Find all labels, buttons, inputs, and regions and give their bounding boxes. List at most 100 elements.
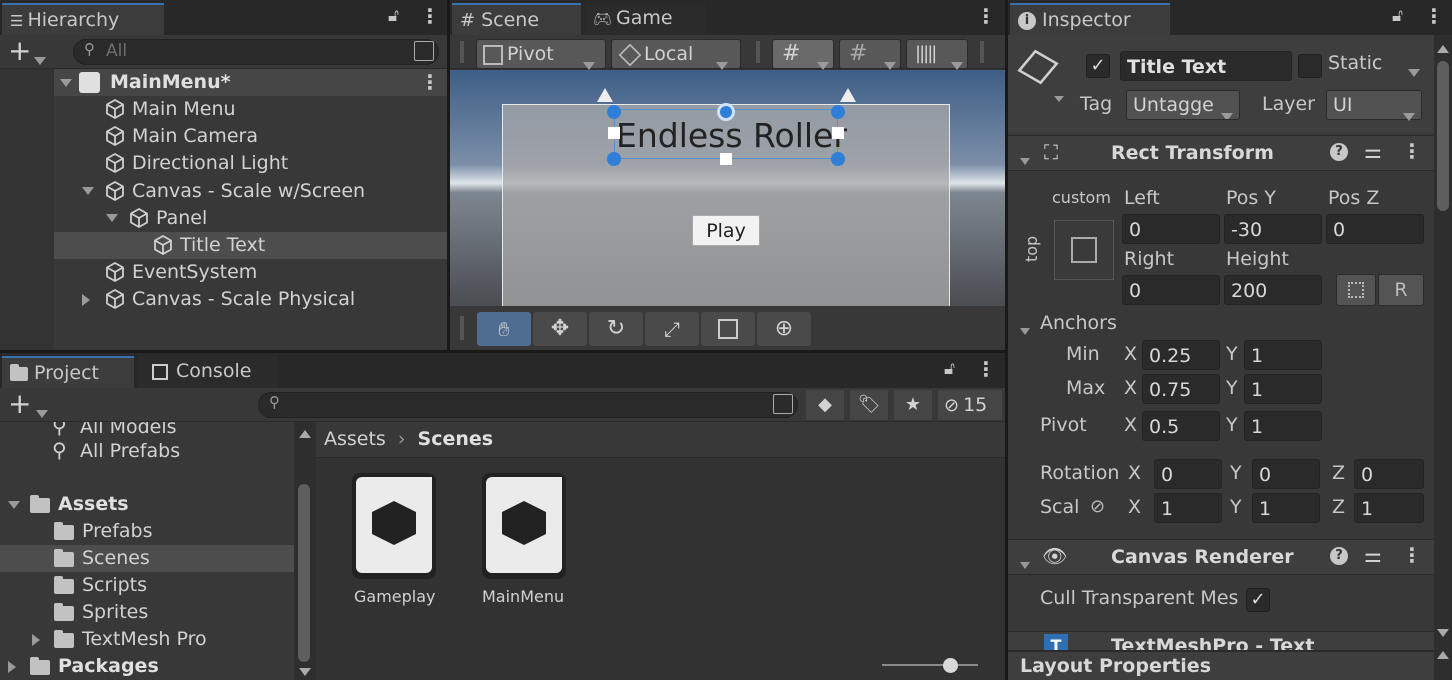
- left-field[interactable]: 0: [1122, 214, 1220, 244]
- static-dropdown-icon[interactable]: [1408, 61, 1420, 83]
- tree-item-packages[interactable]: Packages: [0, 653, 294, 680]
- hierarchy-item-main-menu[interactable]: Main Menu: [54, 96, 447, 123]
- search-options-icon[interactable]: [414, 41, 434, 61]
- collapse-icon[interactable]: [32, 626, 40, 653]
- tag-dropdown[interactable]: Untagge: [1126, 90, 1240, 120]
- anchor-presets-button[interactable]: [1054, 220, 1114, 280]
- asset-item[interactable]: MainMenu: [476, 473, 566, 606]
- hierarchy-search-input[interactable]: ⚲ All: [73, 39, 439, 65]
- filter-by-label-button[interactable]: 🏷︎: [850, 390, 888, 420]
- scale-y-field[interactable]: 1: [1252, 493, 1320, 523]
- pos-y-field[interactable]: -30: [1224, 214, 1322, 244]
- layout-properties-bar[interactable]: Layout Properties: [1008, 651, 1434, 680]
- anchor-handle[interactable]: [597, 88, 613, 102]
- height-field[interactable]: 200: [1224, 275, 1322, 305]
- favorites-button[interactable]: ★: [894, 390, 932, 420]
- active-checkbox[interactable]: ✓: [1086, 54, 1110, 78]
- object-name-field[interactable]: Title Text: [1120, 51, 1292, 81]
- scroll-up-icon[interactable]: [1437, 651, 1449, 659]
- rotate-handle[interactable]: [717, 103, 735, 121]
- tree-item-scenes[interactable]: Scenes: [0, 545, 294, 572]
- corner-handle[interactable]: [607, 105, 621, 119]
- add-dropdown-icon[interactable]: [34, 49, 46, 71]
- static-checkbox[interactable]: [1298, 54, 1322, 78]
- grid-snapping-toggle[interactable]: #: [839, 39, 901, 70]
- hierarchy-item-title-text[interactable]: Title Text: [54, 232, 447, 259]
- min-x-field[interactable]: 0.25: [1142, 340, 1220, 370]
- tree-item-scripts[interactable]: Scripts: [0, 572, 294, 599]
- rot-x-field[interactable]: 0: [1154, 459, 1222, 489]
- increment-snapping-toggle[interactable]: |||||: [906, 39, 968, 70]
- pos-z-field[interactable]: 0: [1326, 214, 1424, 244]
- tree-item-textmesh-pro[interactable]: TextMesh Pro: [0, 626, 294, 653]
- hierarchy-item-eventsystem[interactable]: EventSystem: [54, 259, 447, 286]
- edge-handle[interactable]: [832, 127, 844, 139]
- scale-x-field[interactable]: 1: [1154, 493, 1222, 523]
- scene-more-icon[interactable]: ⋮: [976, 4, 996, 28]
- rotate-tool-button[interactable]: ↻: [589, 312, 643, 346]
- more-menu-icon[interactable]: ⋮: [976, 357, 996, 381]
- rect-tool-button[interactable]: [701, 312, 755, 346]
- tree-item-assets[interactable]: Assets: [0, 491, 294, 518]
- component-more-icon[interactable]: ⋮: [1402, 139, 1422, 163]
- add-dropdown-icon[interactable]: [36, 402, 48, 424]
- move-tool-button[interactable]: ✥: [533, 312, 587, 346]
- rot-z-field[interactable]: 0: [1354, 459, 1424, 489]
- corner-handle[interactable]: [831, 152, 845, 166]
- collapse-icon[interactable]: [82, 286, 90, 313]
- tree-item-sprites[interactable]: Sprites: [0, 599, 294, 626]
- local-dropdown[interactable]: Local: [611, 39, 741, 70]
- more-menu-icon[interactable]: ⋮: [1424, 4, 1444, 28]
- breadcrumb-scenes[interactable]: Scenes: [418, 428, 494, 450]
- expand-icon[interactable]: [8, 491, 20, 518]
- zoom-slider[interactable]: [882, 658, 978, 673]
- tab-game[interactable]: 🎮︎ Game: [585, 3, 705, 35]
- hierarchy-item-main-camera[interactable]: Main Camera: [54, 123, 447, 150]
- expand-icon[interactable]: [106, 205, 118, 232]
- rot-y-field[interactable]: 0: [1252, 459, 1320, 489]
- tab-inspector[interactable]: i Inspector: [1010, 3, 1170, 35]
- project-search-input[interactable]: ⚲: [258, 392, 798, 418]
- hidden-packages-button[interactable]: ⊘ 15: [938, 390, 1002, 420]
- tab-console[interactable]: Console: [138, 356, 278, 388]
- canvas-renderer-header[interactable]: 👁︎ Canvas Renderer ? ⚌ ⋮: [1008, 539, 1434, 575]
- grid-snap-toggle[interactable]: #: [772, 39, 834, 70]
- expand-icon[interactable]: [60, 69, 72, 96]
- scroll-up-icon[interactable]: [1437, 45, 1449, 53]
- scroll-down-icon[interactable]: [1437, 629, 1449, 637]
- expand-icon[interactable]: [82, 178, 94, 205]
- corner-handle[interactable]: [607, 152, 621, 166]
- anchor-handle[interactable]: [840, 88, 856, 102]
- tab-hierarchy[interactable]: ☰ Hierarchy: [2, 3, 164, 35]
- hand-tool-button[interactable]: ✋︎: [477, 312, 531, 346]
- edge-handle[interactable]: [720, 153, 732, 165]
- lock-icon[interactable]: 🔓︎: [388, 6, 399, 26]
- help-icon[interactable]: ?: [1330, 143, 1348, 161]
- breadcrumb-assets[interactable]: Assets: [324, 428, 386, 450]
- scroll-up-icon[interactable]: [299, 430, 311, 438]
- transform-tool-button[interactable]: ⊕: [757, 312, 811, 346]
- add-icon[interactable]: +: [8, 387, 31, 421]
- hierarchy-scene-row[interactable]: MainMenu* ⋮: [0, 69, 447, 96]
- scrollbar-thumb[interactable]: [298, 484, 310, 662]
- filter-by-type-button[interactable]: ◆: [806, 390, 844, 420]
- raw-edit-button[interactable]: R: [1378, 274, 1424, 306]
- scene-more-icon[interactable]: ⋮: [420, 69, 440, 96]
- foldout-icon[interactable]: [1020, 554, 1030, 576]
- more-menu-icon[interactable]: ⋮: [420, 4, 440, 28]
- hierarchy-item-canvas-scale-screen[interactable]: Canvas - Scale w/Screen: [54, 178, 447, 205]
- component-more-icon[interactable]: ⋮: [1402, 543, 1422, 567]
- corner-handle[interactable]: [831, 105, 845, 119]
- rect-transform-header[interactable]: ⛶ Rect Transform ? ⚌ ⋮: [1008, 135, 1434, 171]
- tree-scrollbar[interactable]: [294, 422, 316, 680]
- presets-icon[interactable]: ⚌: [1364, 139, 1382, 163]
- help-icon[interactable]: ?: [1330, 547, 1348, 565]
- tab-scene[interactable]: # Scene: [452, 3, 581, 35]
- presets-icon[interactable]: ⚌: [1364, 543, 1382, 567]
- add-icon[interactable]: +: [8, 34, 31, 68]
- layer-dropdown[interactable]: UI: [1326, 90, 1422, 121]
- max-y-field[interactable]: 1: [1244, 374, 1322, 404]
- tab-project[interactable]: Project: [2, 356, 134, 388]
- anchors-foldout-icon[interactable]: [1020, 320, 1030, 342]
- min-y-field[interactable]: 1: [1244, 340, 1322, 370]
